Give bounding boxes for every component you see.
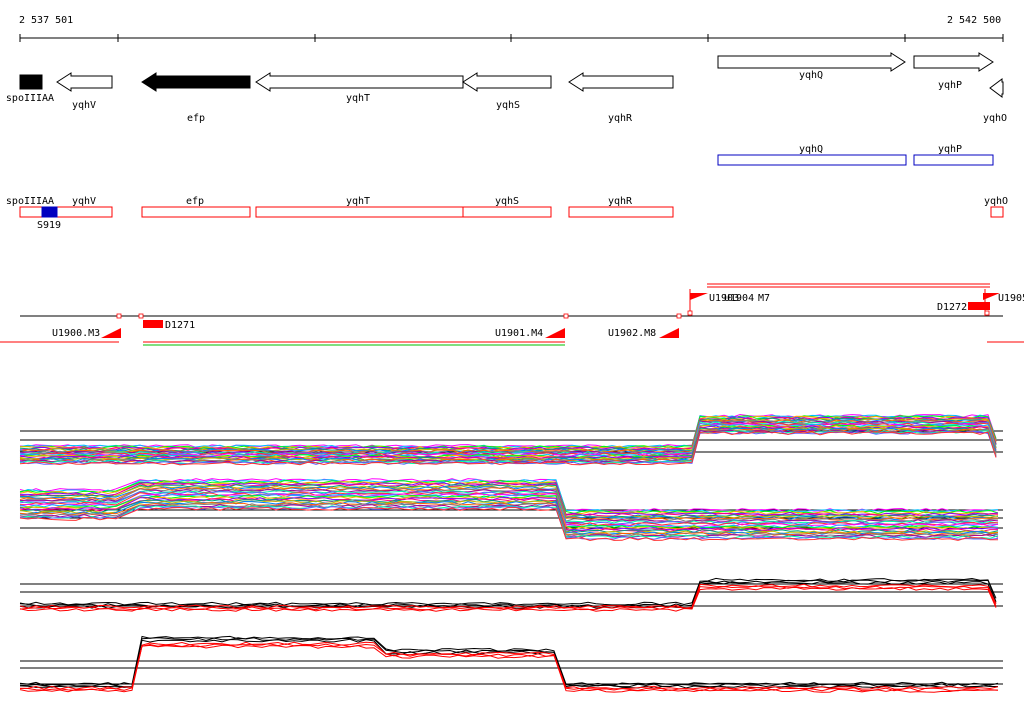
- reg-label-D1272: D1272: [937, 302, 967, 313]
- red-feature-yqhT: [255, 206, 464, 218]
- gene-label-yqhR: yqhR: [608, 113, 633, 124]
- gene-label-yqhS: yqhS: [496, 100, 520, 111]
- red-feature-yqhR: [568, 206, 674, 218]
- coordinate-right: 2 542 500: [947, 15, 1001, 26]
- reg-marker-1: [138, 313, 144, 319]
- gene-arrow-efp: [141, 72, 251, 92]
- reg-box-D1271: [143, 320, 163, 328]
- red-feature-track: spoIIIAA yqhV efp yqhT yqhS yqhR yqhO S919: [6, 196, 1008, 231]
- red-feature-label-yqhV: yqhV: [72, 196, 96, 207]
- gene-arrow-yqhP: [913, 52, 994, 72]
- gene-arrow-yqhO: [989, 78, 1004, 98]
- reg-label-overlap: M7: [758, 293, 770, 304]
- reg-marker-5: [984, 310, 990, 316]
- red-feature-yqhO: [990, 206, 1004, 218]
- red-feature-label-yqhR: yqhR: [608, 196, 633, 207]
- gene-arrow-yqhR: [568, 72, 674, 92]
- panel4-red-line-0: [19, 641, 999, 690]
- coordinate-axis: 2 537 501 2 542 500: [19, 15, 1004, 42]
- expression-profiles: [19, 413, 1003, 693]
- red-feature-efp: [141, 206, 251, 218]
- red-feature-label-yqhO: yqhO: [984, 196, 1008, 207]
- reg-label-D1271: D1271: [165, 320, 195, 331]
- blue-feature-track: yqhQ yqhP: [717, 144, 994, 166]
- reg-marker-0: [116, 313, 122, 319]
- reg-label-U1902.M8: U1902.M8: [608, 328, 656, 339]
- gene-label-yqhQ: yqhQ: [799, 70, 823, 81]
- gene-label-spoIIIAA: spoIIIAA: [6, 93, 54, 104]
- genome-browser-view: 2 537 501 2 542 500 spoIIIAA yqhV efp yqhT y…: [0, 0, 1024, 714]
- reg-triangle-U1900: [101, 328, 121, 338]
- red-feature-label-yqhT: yqhT: [346, 196, 370, 207]
- reg-marker-2: [563, 313, 569, 319]
- gene-label-yqhO: yqhO: [983, 113, 1007, 124]
- gene-label-yqhT: yqhT: [346, 93, 370, 104]
- reg-marker-4: [687, 310, 693, 316]
- gene-label-efp: efp: [187, 113, 205, 124]
- coordinate-left: 2 537 501: [19, 15, 73, 26]
- reg-triangle-U1902: [659, 328, 679, 338]
- gene-arrow-spoIIIAA: [19, 74, 43, 90]
- panel4-black-line-2: [19, 638, 998, 689]
- reg-triangle-U1901: [545, 328, 565, 338]
- blue-feature-yqhP: [913, 154, 994, 166]
- reg-flag-U1903: [690, 293, 708, 300]
- red-feature-label-spoIIIAA: spoIIIAA: [6, 196, 54, 207]
- gene-track: spoIIIAA yqhV efp yqhT yqhS yqhR yqhQ yqhP yqhO: [6, 52, 1007, 124]
- site-box-S919: [41, 206, 58, 218]
- red-feature-yqhS: [462, 206, 552, 218]
- reg-marker-3: [676, 313, 682, 319]
- reg-label-U1900.M3: U1900.M3: [52, 328, 100, 339]
- gene-arrow-yqhQ: [717, 52, 906, 72]
- blue-feature-label-yqhP: yqhP: [938, 144, 962, 155]
- gene-arrow-yqhS: [462, 72, 552, 92]
- genome-diagram: 2 537 501 2 542 500 spoIIIAA yqhV efp yqhT y…: [0, 15, 1024, 693]
- regulatory-track: U1900.M3D1271U1901.M4 U1902.M8U1903U1904D…: [0, 283, 1024, 346]
- blue-feature-yqhQ: [717, 154, 907, 166]
- reg-label-U1905: U1905: [998, 293, 1024, 304]
- reg-box-D1272: [968, 302, 990, 310]
- red-feature-label-efp: efp: [186, 196, 204, 207]
- gene-label-yqhV: yqhV: [72, 100, 96, 111]
- reg-label-U1904: U1904: [724, 293, 754, 304]
- gene-label-yqhP: yqhP: [938, 80, 962, 91]
- site-label: S919: [37, 220, 61, 231]
- gene-arrow-yqhV: [56, 72, 113, 92]
- reg-label-U1901.M4: U1901.M4: [495, 328, 543, 339]
- red-feature-yqhV: [19, 206, 113, 218]
- gene-arrow-yqhT: [255, 72, 464, 92]
- red-feature-label-yqhS: yqhS: [495, 196, 519, 207]
- blue-feature-label-yqhQ: yqhQ: [799, 144, 823, 155]
